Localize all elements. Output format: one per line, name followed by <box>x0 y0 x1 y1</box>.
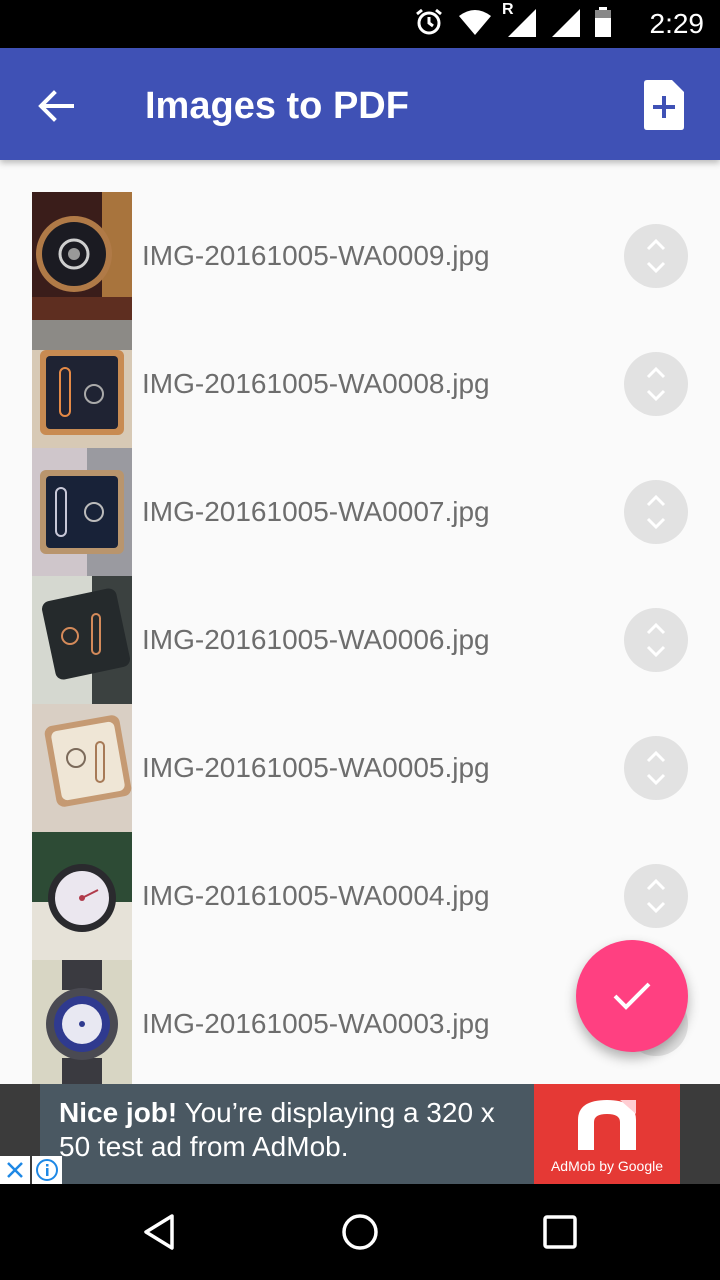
back-button[interactable] <box>28 78 84 134</box>
check-icon <box>613 982 651 1010</box>
image-filename: IMG-20161005-WA0003.jpg <box>142 1008 490 1039</box>
image-filename: IMG-20161005-WA0008.jpg <box>142 368 490 399</box>
app-bar: Images to PDF <box>0 48 720 160</box>
ad-close-button[interactable] <box>0 1156 30 1184</box>
back-triangle-icon <box>144 1214 174 1250</box>
alarm-icon <box>414 7 444 42</box>
image-filename: IMG-20161005-WA0004.jpg <box>142 880 490 911</box>
ad-brand: AdMob by Google <box>550 1158 664 1174</box>
list-item[interactable]: IMG-20161005-WA0006.jpg <box>0 576 720 704</box>
image-filename: IMG-20161005-WA0007.jpg <box>142 496 490 527</box>
reorder-handle[interactable] <box>624 736 688 800</box>
list-item[interactable]: IMG-20161005-WA0007.jpg <box>0 448 720 576</box>
reorder-icon <box>646 494 666 530</box>
list-item[interactable]: IMG-20161005-WA0009.jpg <box>0 192 720 320</box>
status-clock: 2:29 <box>649 8 705 39</box>
list-item[interactable]: IMG-20161005-WA0004.jpg <box>0 832 720 960</box>
ad-banner[interactable]: Nice job! You’re displaying a 320 x 50 t… <box>0 1084 720 1184</box>
screen: R 2:29 Images to PDF IMG-20161005-WA0009… <box>0 0 720 1280</box>
admob-icon <box>578 1100 636 1150</box>
image-thumbnail <box>32 192 132 320</box>
navigation-bar <box>0 1184 720 1280</box>
reorder-icon <box>646 238 666 274</box>
page-title: Images to PDF <box>145 85 409 127</box>
reorder-handle[interactable] <box>624 352 688 416</box>
add-file-icon <box>644 80 684 130</box>
info-icon <box>36 1159 58 1181</box>
reorder-handle[interactable] <box>624 224 688 288</box>
admob-logo[interactable]: AdMob by Google <box>534 1084 680 1184</box>
ad-info-button[interactable] <box>32 1156 62 1184</box>
roaming-label: R <box>502 0 514 18</box>
image-thumbnail <box>32 960 132 1084</box>
image-filename: IMG-20161005-WA0006.jpg <box>142 624 490 655</box>
ad-text: Nice job! You’re displaying a 320 x 50 t… <box>59 1096 529 1164</box>
reorder-handle[interactable] <box>624 864 688 928</box>
nav-home-button[interactable] <box>328 1200 392 1264</box>
wifi-icon <box>458 8 492 41</box>
image-thumbnail <box>32 320 132 448</box>
reorder-icon <box>646 366 666 402</box>
home-circle-icon <box>342 1214 378 1250</box>
ad-headline: Nice job! <box>59 1097 178 1128</box>
list-item[interactable]: IMG-20161005-WA0005.jpg <box>0 704 720 832</box>
nav-back-button[interactable] <box>128 1200 192 1264</box>
nav-recents-button[interactable] <box>528 1200 592 1264</box>
battery-icon <box>594 6 612 42</box>
status-icons: R <box>414 1 612 42</box>
create-pdf-fab[interactable] <box>576 940 688 1052</box>
reorder-handle[interactable] <box>624 608 688 672</box>
reorder-icon <box>646 878 666 914</box>
image-thumbnail <box>32 448 132 576</box>
list-item[interactable]: IMG-20161005-WA0008.jpg <box>0 320 720 448</box>
close-icon <box>7 1162 23 1178</box>
image-filename: IMG-20161005-WA0005.jpg <box>142 752 490 783</box>
add-images-button[interactable] <box>638 76 690 134</box>
image-thumbnail <box>32 704 132 832</box>
ad-text-panel[interactable]: Nice job! You’re displaying a 320 x 50 t… <box>40 1084 534 1184</box>
status-bar: R 2:29 <box>0 0 720 48</box>
signal-roaming-icon: R <box>502 1 536 42</box>
signal-icon <box>550 7 580 42</box>
image-thumbnail <box>32 576 132 704</box>
image-filename: IMG-20161005-WA0009.jpg <box>142 240 490 271</box>
arrow-back-icon <box>38 90 74 122</box>
reorder-handle[interactable] <box>624 480 688 544</box>
reorder-icon <box>646 622 666 658</box>
image-thumbnail <box>32 832 132 960</box>
recents-square-icon <box>543 1215 577 1249</box>
reorder-icon <box>646 750 666 786</box>
